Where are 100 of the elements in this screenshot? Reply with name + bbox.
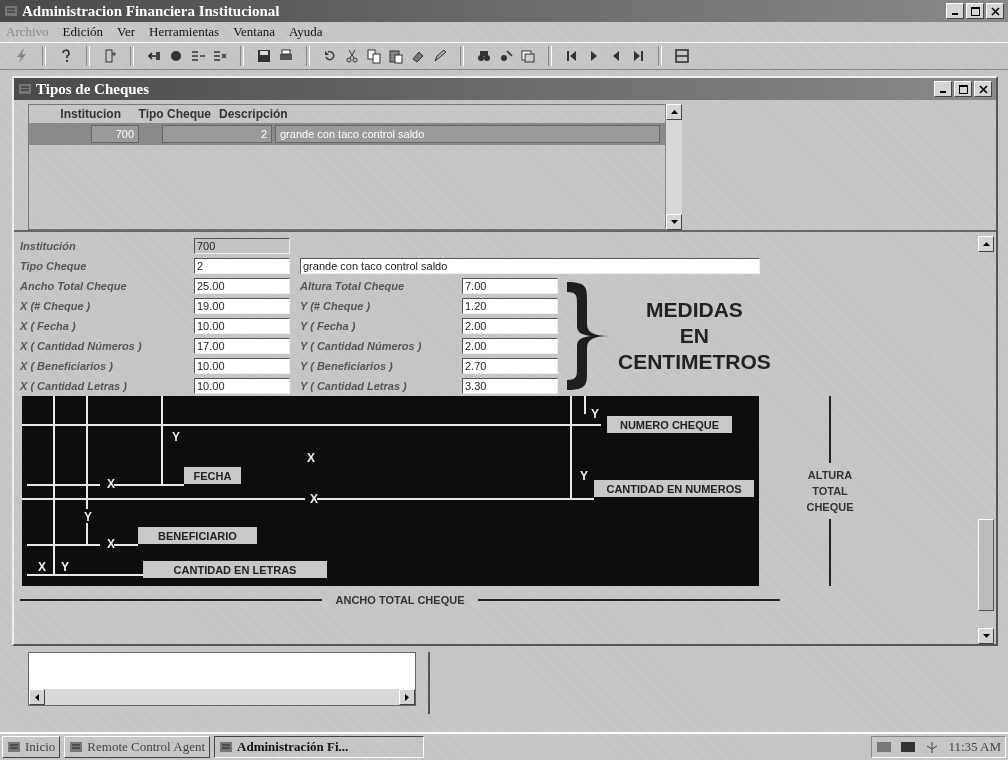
app-icon [7, 740, 21, 754]
scroll-down-icon [982, 634, 990, 638]
input-field[interactable]: 25.00 [194, 278, 290, 294]
input-field[interactable]: 3.30 [462, 378, 558, 394]
door-icon[interactable] [102, 48, 118, 64]
field-label: Tipo Cheque [20, 260, 88, 272]
input-field[interactable]: 17.00 [194, 338, 290, 354]
table-cell: 700 [91, 125, 139, 143]
menu-item[interactable]: Ayuda [289, 24, 323, 40]
axis-mark: X [107, 537, 115, 551]
axis-mark: Y [591, 407, 599, 421]
input-field[interactable]: 7.00 [462, 278, 558, 294]
paste-icon[interactable] [388, 48, 404, 64]
scroll-right-icon [405, 693, 409, 701]
field-tag: BENEFICIARIO [138, 527, 257, 544]
field-tag: CANTIDAD EN NUMEROS [594, 480, 754, 497]
scroll-left-icon [35, 693, 39, 701]
table-cell: grande con taco control saldo [275, 125, 660, 143]
axis-mark: Y [580, 469, 588, 483]
menu-item[interactable]: Edición [62, 24, 104, 40]
taskbar-button[interactable]: Remote Control Agent [64, 736, 211, 758]
app-icon [219, 740, 234, 754]
field-label: Y ( Cantidad Letras ) [299, 380, 408, 392]
clock: 11:35 AM [948, 739, 1001, 755]
close-button[interactable] [974, 81, 992, 97]
window-title: Administracion Financiera Institucional [22, 2, 281, 20]
cut-icon[interactable] [344, 48, 360, 64]
menu-item[interactable]: Ventana [233, 24, 275, 40]
app-icon [69, 740, 84, 754]
input-field[interactable]: 2.00 [462, 338, 558, 354]
copy-icon[interactable] [366, 48, 382, 64]
axis-mark: Y [84, 510, 92, 524]
restore-button[interactable] [966, 3, 984, 19]
field-label: Y ( Fecha ) [299, 320, 357, 332]
input-field[interactable]: 1.20 [462, 298, 558, 314]
close-button[interactable] [986, 3, 1004, 19]
input-field[interactable]: grande con taco control saldo [300, 258, 760, 274]
input-field[interactable]: 19.00 [194, 298, 290, 314]
field-tag: CANTIDAD EN LETRAS [143, 561, 327, 578]
restore-icon [970, 6, 980, 16]
axis-mark: X [38, 560, 46, 574]
field-tag: FECHA [184, 467, 241, 484]
height-legend: ALTURA TOTAL CHEQUE [806, 463, 854, 519]
field-label: X ( Beneficiarios ) [20, 360, 114, 372]
field-label: X ( Cantidad Letras ) [20, 380, 128, 392]
form-icon[interactable] [674, 48, 690, 64]
scroll-up-icon [670, 110, 678, 114]
binoculars-icon[interactable] [476, 48, 492, 64]
delete-row-icon[interactable] [212, 48, 228, 64]
maximize-button[interactable] [954, 81, 972, 97]
units-note: MEDIDAS EN CENTIMETROS [618, 297, 771, 375]
scrollbar[interactable] [665, 104, 682, 230]
window-icon[interactable] [520, 48, 536, 64]
scroll-up-icon [982, 242, 990, 246]
column-header: Descripción [219, 107, 288, 121]
window-title: Tipos de Cheques [36, 80, 151, 98]
menu-item[interactable]: Herramientas [149, 24, 220, 40]
field-label: Altura Total Cheque [299, 280, 406, 292]
field-label: Y ( Beneficiarios ) [299, 360, 394, 372]
input-field[interactable]: 10.00 [194, 358, 290, 374]
scrollbar[interactable] [978, 236, 994, 644]
axis-mark: Y [172, 430, 180, 444]
axis-mark: X [310, 492, 318, 506]
field-label: Y ( Cantidad Números ) [299, 340, 423, 352]
insert-row-icon[interactable] [190, 48, 206, 64]
field-label: X ( Cantidad Números ) [20, 340, 143, 352]
input-field[interactable]: 2 [194, 258, 290, 274]
close-icon [990, 6, 1000, 16]
column-header: Tipo Cheque [137, 107, 212, 121]
taskbar-button[interactable]: Administración Fi... [214, 736, 425, 758]
minimize-button[interactable] [946, 3, 964, 19]
column-header: Institucion [59, 107, 121, 121]
input-field[interactable]: 10.00 [194, 378, 290, 394]
axis-mark: X [307, 451, 315, 465]
minimize-icon [952, 13, 958, 15]
pencil-icon[interactable] [432, 48, 448, 64]
input-field[interactable]: 2.70 [462, 358, 558, 374]
scroll-down-icon [670, 220, 678, 224]
app-icon [4, 4, 18, 18]
field-label: X (# Cheque ) [20, 300, 92, 312]
save-icon[interactable] [256, 48, 272, 64]
scrollbar[interactable] [29, 689, 415, 705]
input-field[interactable]: 2.00 [462, 318, 558, 334]
menu-item[interactable]: Ver [117, 24, 136, 40]
form-icon [18, 82, 32, 96]
axis-mark: X [107, 477, 115, 491]
field-label: X ( Fecha ) [20, 320, 77, 332]
maximize-icon [958, 84, 968, 94]
field-tag: NUMERO CHEQUE [607, 416, 732, 433]
table-cell: 2 [162, 125, 272, 143]
field-label: Ancho Total Cheque [20, 280, 128, 292]
list-box[interactable] [28, 652, 416, 706]
scrollbar-thumb[interactable] [978, 519, 994, 611]
field-label: Institución [20, 240, 77, 252]
axis-mark: Y [61, 560, 69, 574]
field-label: Y (# Cheque ) [299, 300, 372, 312]
minimize-button[interactable] [934, 81, 952, 97]
input-field[interactable]: 10.00 [194, 318, 290, 334]
close-icon [978, 84, 988, 94]
start-button[interactable]: Inicio [2, 736, 61, 758]
